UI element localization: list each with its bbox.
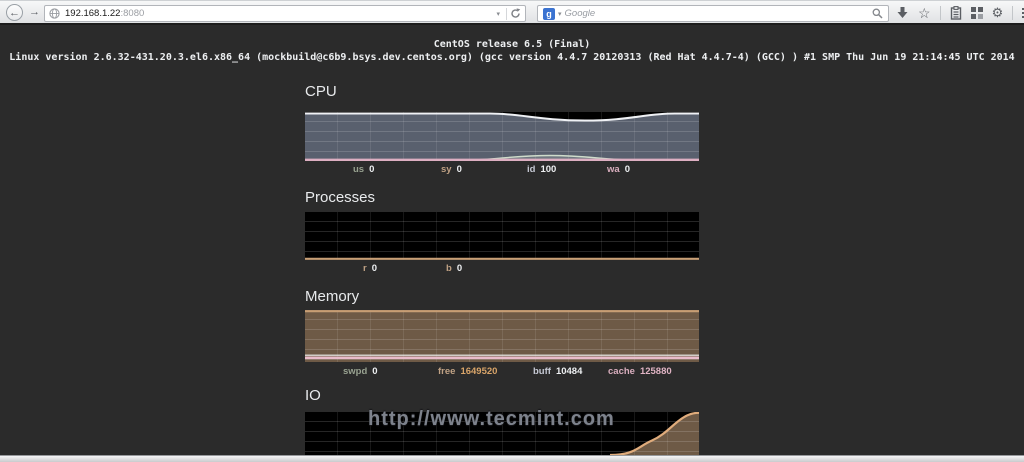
url-dropdown-icon[interactable]: ▾ — [493, 10, 503, 18]
tab-groups-icon[interactable] — [970, 6, 983, 19]
site-globe-icon[interactable] — [49, 8, 60, 19]
toolbar-separator — [1012, 5, 1014, 20]
processes-chart — [305, 212, 699, 260]
io-section-title: IO — [305, 387, 321, 404]
processes-stats-row: r0 b0 — [305, 263, 699, 275]
proc-stat-b: b0 — [446, 263, 463, 274]
memory-chart-lines — [305, 310, 699, 360]
proc-stat-r: r0 — [363, 263, 377, 274]
gear-icon[interactable]: ⚙ — [992, 6, 1004, 19]
mem-stat-free: free 1649520 — [438, 366, 498, 377]
bookmark-star-icon[interactable]: ☆ — [918, 6, 931, 20]
mem-stat-cache: cache 125880 — [608, 366, 672, 377]
search-magnifier-icon[interactable] — [872, 8, 883, 19]
url-text[interactable]: 192.168.1.22:8080 — [65, 8, 493, 19]
page-content: CentOS release 6.5 (Final) Linux version… — [0, 25, 1024, 455]
download-icon[interactable] — [896, 6, 909, 19]
cpu-stat-sy: sy 0 — [441, 164, 462, 175]
url-port: :8080 — [120, 8, 145, 19]
toolbar-icon-cluster: ☆ ⚙ — [896, 1, 1024, 24]
url-bar[interactable]: 192.168.1.22:8080 ▾ — [44, 5, 526, 22]
cpu-stat-us: us 0 — [353, 164, 375, 175]
toolbar-separator — [939, 5, 941, 20]
forward-button[interactable]: → — [26, 4, 43, 21]
cpu-stats-row: us 0 sy 0 id 100 wa 0 — [305, 164, 699, 176]
search-engine-dropdown-icon[interactable]: ▾ — [555, 10, 565, 18]
url-divider — [506, 7, 507, 20]
browser-toolbar: ← → 192.168.1.22:8080 ▾ g ▾ Google ☆ ⚙ — [0, 0, 1024, 25]
cpu-chart — [305, 112, 699, 161]
search-input[interactable] — [564, 7, 872, 20]
os-release-line: CentOS release 6.5 (Final) — [433, 39, 591, 50]
back-button[interactable]: ← — [6, 4, 23, 21]
bookmarks-menu-icon[interactable] — [950, 5, 962, 20]
bottom-status-strip — [0, 455, 1024, 462]
browser-window: ← → 192.168.1.22:8080 ▾ g ▾ Google ☆ ⚙ C… — [0, 0, 1024, 462]
processes-chart-lines — [305, 257, 699, 260]
cpu-chart-lines — [305, 112, 699, 161]
cpu-stat-id: id 100 — [527, 164, 557, 175]
mem-stat-swpd: swpd 0 — [343, 366, 378, 377]
cpu-stat-wa: wa 0 — [607, 164, 630, 175]
cpu-section-title: CPU — [305, 83, 337, 100]
memory-chart — [305, 310, 699, 362]
reload-icon[interactable] — [510, 8, 521, 19]
memory-section-title: Memory — [305, 288, 360, 305]
memory-stats-row: swpd 0 free 1649520 buff 10484 cache 125880 — [305, 366, 699, 378]
search-bar[interactable]: g ▾ — [537, 5, 889, 22]
mem-stat-buff: buff 10484 — [533, 366, 583, 377]
search-engine-icon[interactable]: g — [543, 7, 555, 20]
processes-section-title: Processes — [305, 189, 376, 206]
url-host: 192.168.1.22 — [65, 8, 121, 19]
tecmint-watermark: http://www.tecmint.com — [368, 408, 615, 430]
kernel-version-line: Linux version 2.6.32-431.20.3.el6.x86_64… — [9, 52, 1015, 63]
